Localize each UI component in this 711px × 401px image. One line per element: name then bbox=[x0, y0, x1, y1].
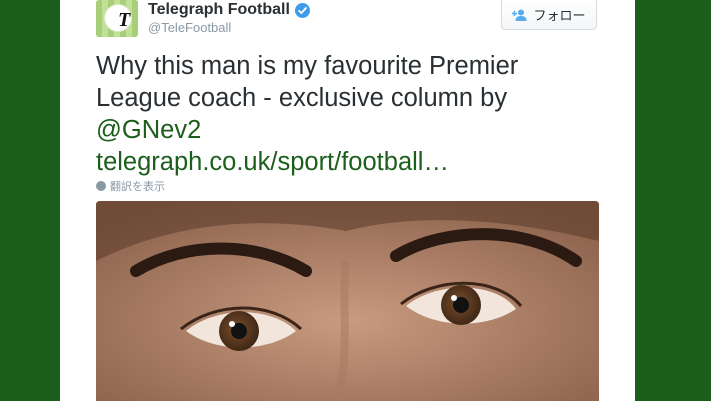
account-handle[interactable]: @TeleFootball bbox=[148, 20, 231, 35]
verified-icon bbox=[294, 2, 310, 18]
telegraph-logo: T bbox=[104, 4, 132, 32]
follow-label: フォロー bbox=[533, 8, 586, 23]
tweet-card: T Telegraph Football @TeleFootball フォロー … bbox=[60, 0, 635, 401]
tweet-photo[interactable] bbox=[96, 201, 599, 401]
translate-link[interactable]: 翻訳を表示 bbox=[96, 178, 165, 194]
close-up-eyes-photo bbox=[96, 201, 599, 401]
tweet-text-line-2: League coach - exclusive column by bbox=[96, 84, 508, 112]
mention-link[interactable]: @GNev2 bbox=[96, 116, 201, 144]
translate-label: 翻訳を表示 bbox=[110, 181, 165, 193]
follow-button[interactable]: フォロー bbox=[501, 0, 597, 30]
globe-icon bbox=[96, 181, 106, 191]
article-link[interactable]: telegraph.co.uk/sport/football… bbox=[96, 148, 449, 176]
display-name[interactable]: Telegraph Football bbox=[148, 1, 290, 19]
logo-letter: T bbox=[118, 9, 131, 31]
avatar[interactable]: T bbox=[96, 0, 138, 37]
tweet-text: Why this man is my favourite Premier Lea… bbox=[96, 50, 616, 178]
name-row: Telegraph Football bbox=[148, 1, 310, 19]
add-user-icon bbox=[512, 9, 528, 21]
tweet-text-line-1: Why this man is my favourite Premier bbox=[96, 52, 519, 80]
